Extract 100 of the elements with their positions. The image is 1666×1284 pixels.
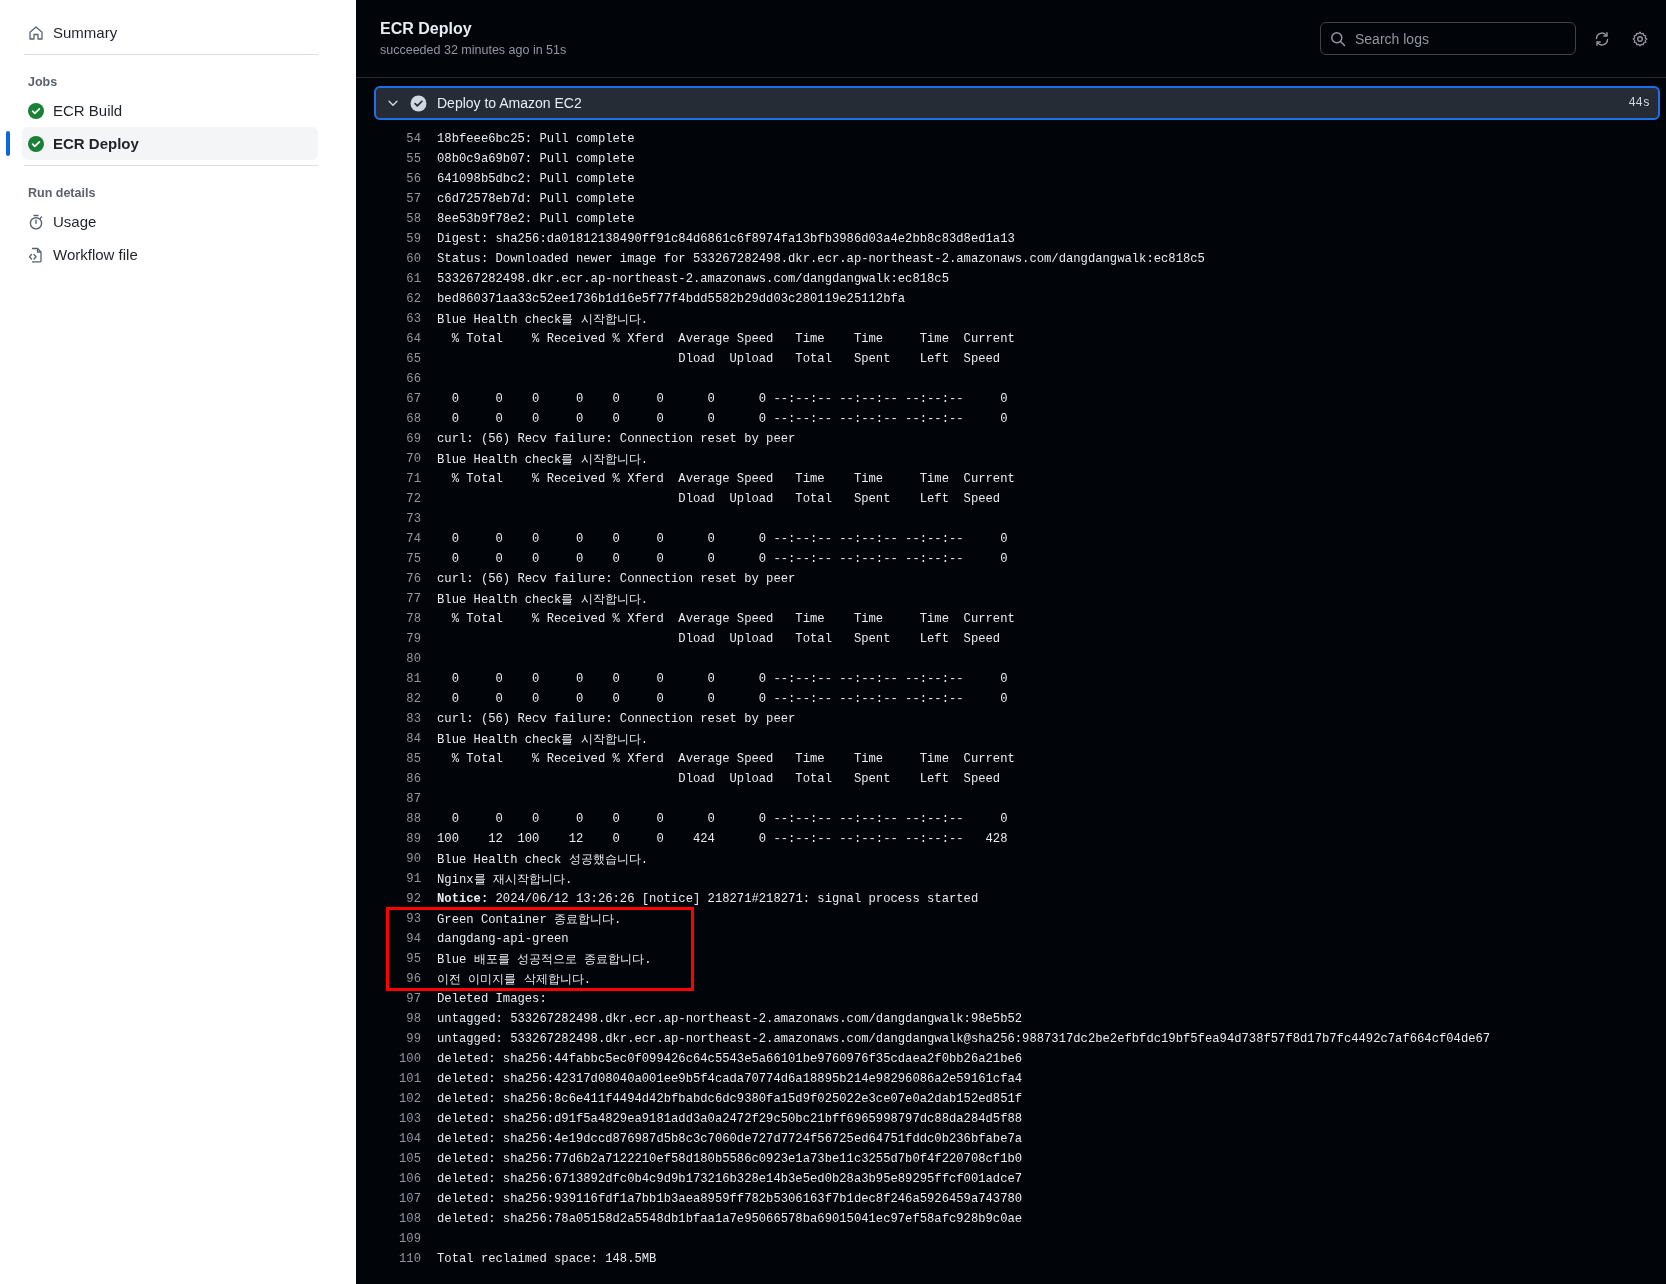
line-number: 94 bbox=[405, 932, 421, 946]
log-line: deleted: sha256:8c6e411f4494d42bfbabdc6dc9380fa15d9f025022e3ce07e0a2dab152ed851f bbox=[437, 1092, 1023, 1106]
line-number: 108 bbox=[398, 1212, 421, 1226]
line-number: 106 bbox=[398, 1172, 421, 1186]
log-line: deleted: sha256:6713892dfc0b4c9d9b173216b328e14b3e5ed0b28a3b95e89295ffcf001adce7 bbox=[437, 1172, 1023, 1186]
line-number: 100 bbox=[398, 1052, 421, 1066]
log-line: 0 0 0 0 0 0 0 0 --:--:-- --:--:-- --:--:-- 0 bbox=[450, 672, 1008, 686]
log-line: deleted: sha256:42317d08040a001ee9b5f4cada70774d6a18895b214e98296086a2e59161cfa4 bbox=[437, 1072, 1023, 1086]
log-line: 0 0 0 0 0 0 0 0 --:--:-- --:--:-- --:--:-- 0 bbox=[450, 392, 1008, 406]
line-number: 96 bbox=[405, 972, 421, 986]
line-number: 88 bbox=[405, 812, 421, 826]
line-number: 93 bbox=[405, 912, 421, 926]
log-line: 08b0c9a69b07: Pull complete bbox=[437, 152, 635, 166]
line-number: 73 bbox=[405, 512, 421, 526]
log-line: 0 0 0 0 0 0 0 0 --:--:-- --:--:-- --:--:-- 0 bbox=[450, 692, 1008, 706]
log-line: Blue Health check 성공했습니다. bbox=[437, 851, 648, 868]
log-line: Dload Upload Total Spent Left Speed bbox=[677, 632, 1001, 646]
log-line: 18bfeee6bc25: Pull complete bbox=[437, 132, 635, 146]
line-number: 72 bbox=[405, 492, 421, 506]
log-line: 641098b5dbc2: Pull complete bbox=[437, 172, 635, 186]
line-number: 57 bbox=[405, 192, 421, 206]
run-details-link[interactable]: Workflow file bbox=[12, 238, 318, 271]
log-line: Blue Health check를 시작합니다. bbox=[437, 451, 648, 468]
line-number: 58 bbox=[405, 212, 421, 226]
log-line: 8ee53b9f78e2: Pull complete bbox=[437, 212, 635, 226]
log-line: c6d72578eb7d: Pull complete bbox=[437, 192, 635, 206]
line-number: 74 bbox=[405, 532, 421, 546]
line-number: 83 bbox=[405, 712, 421, 726]
line-number: 91 bbox=[405, 872, 421, 886]
log-line: Status: Downloaded newer image for 533267282498.dkr.ecr.ap-northeast-2.amazonaws.com/dangdangwalk:ec818c5 bbox=[437, 252, 1205, 266]
log-line: Dload Upload Total Spent Left Speed bbox=[677, 492, 1001, 506]
line-number: 89 bbox=[405, 832, 421, 846]
line-number: 103 bbox=[398, 1112, 421, 1126]
line-number: 86 bbox=[405, 772, 421, 786]
stopwatch-icon bbox=[28, 213, 44, 230]
job-title: ECR Deploy bbox=[380, 20, 473, 38]
log-line: bed860371aa33c52ee1736b1d16e5f77f4bdd5582b29dd03c280119e25112bfa bbox=[437, 292, 906, 306]
log-line: curl: (56) Recv failure: Connection reset by peer bbox=[437, 432, 796, 446]
line-number: 70 bbox=[405, 452, 421, 466]
line-number: 104 bbox=[398, 1132, 421, 1146]
log-line: Dload Upload Total Spent Left Speed bbox=[677, 772, 1001, 786]
line-number: 101 bbox=[398, 1072, 421, 1086]
line-number: 82 bbox=[405, 692, 421, 706]
log-line: untagged: 533267282498.dkr.ecr.ap-northeast-2.amazonaws.com/dangdangwalk@sha256:9887317dc2be2efbfdc19bf5fea94d738f57f8d17b7fc4492c7af664cf04de67 bbox=[437, 1032, 1491, 1046]
line-number: 77 bbox=[405, 592, 421, 606]
summary-link[interactable]: Summary bbox=[12, 16, 318, 49]
line-number: 85 bbox=[405, 752, 421, 766]
line-number: 95 bbox=[405, 952, 421, 966]
log-line: deleted: sha256:78a05158d2a5548db1bfaa1a7e95066578ba69015041ec97ef58afc928b9c0ae bbox=[437, 1212, 1023, 1226]
line-number: 84 bbox=[405, 732, 421, 746]
log-line: deleted: sha256:4e19dccd876987d5b8c3c7060de727d7724f56725ed64751fddc0b236bfabe7a bbox=[437, 1132, 1023, 1146]
line-number: 78 bbox=[405, 612, 421, 626]
log-line: Deleted Images: bbox=[437, 992, 547, 1006]
home-icon bbox=[28, 24, 44, 41]
line-number: 56 bbox=[405, 172, 421, 186]
log-line: 0 0 0 0 0 0 0 0 --:--:-- --:--:-- --:--:-- 0 bbox=[450, 412, 1008, 426]
line-number: 81 bbox=[405, 672, 421, 686]
line-number: 102 bbox=[398, 1092, 421, 1106]
refresh-icon bbox=[1594, 30, 1610, 47]
settings-icon bbox=[1632, 30, 1648, 47]
log-line: deleted: sha256:d91f5a4829ea9181add3a0a2472f29c50bc21bff6965998797dc88da284d5f88 bbox=[437, 1112, 1023, 1126]
run-details-link[interactable]: Usage bbox=[12, 205, 318, 238]
line-number: 61 bbox=[405, 272, 421, 286]
log-line: % Total % Received % Xferd Average Speed Time Time Time Current bbox=[450, 472, 1015, 486]
job-item[interactable]: ECR Build bbox=[22, 94, 318, 127]
step-header[interactable]: Deploy to Amazon EC2 44s bbox=[374, 86, 1660, 120]
line-number: 90 bbox=[405, 852, 421, 866]
log-line: Total reclaimed space: 148.5MB bbox=[437, 1252, 657, 1266]
line-number: 54 bbox=[405, 132, 421, 146]
log-line: Blue Health check를 시작합니다. bbox=[437, 311, 648, 328]
line-number: 59 bbox=[405, 232, 421, 246]
line-number: 80 bbox=[405, 652, 421, 666]
line-number: 71 bbox=[405, 472, 421, 486]
line-number: 110 bbox=[398, 1252, 421, 1266]
log-line: Blue Health check를 시작합니다. bbox=[437, 731, 648, 748]
line-number: 92 bbox=[405, 892, 421, 906]
line-number: 68 bbox=[405, 412, 421, 426]
line-number: 66 bbox=[405, 372, 421, 386]
log-line: Dload Upload Total Spent Left Speed bbox=[677, 352, 1001, 366]
line-number: 55 bbox=[405, 152, 421, 166]
line-number: 105 bbox=[398, 1152, 421, 1166]
log-line: deleted: sha256:44fabbc5ec0f099426c64c5543e5a66101be9760976f35cdaea2f0bb26a21be6 bbox=[437, 1052, 1023, 1066]
log-line: % Total % Received % Xferd Average Speed Time Time Time Current bbox=[450, 612, 1015, 626]
log-line: deleted: sha256:77d6b2a7122210ef58d180b5586c0923e1a73be11c3255d7b0f4f220708cf1b0 bbox=[437, 1152, 1023, 1166]
job-status-text: succeeded 32 minutes ago in 51s bbox=[380, 43, 568, 57]
line-number: 79 bbox=[405, 632, 421, 646]
search-field[interactable]: Search logs bbox=[1320, 22, 1576, 55]
step-name: Deploy to Amazon EC2 bbox=[437, 95, 583, 111]
log-line: 100 12 100 12 0 0 424 0 --:--:-- --:--:-- --:--:-- 428 bbox=[437, 832, 1008, 846]
line-number: 109 bbox=[398, 1232, 421, 1246]
line-number: 98 bbox=[405, 1012, 421, 1026]
section-heading: Jobs bbox=[27, 74, 59, 91]
line-number: 62 bbox=[405, 292, 421, 306]
line-number: 67 bbox=[405, 392, 421, 406]
log-line: Green Container 종료합니다. bbox=[437, 911, 622, 928]
line-number: 107 bbox=[398, 1192, 421, 1206]
log-line: Blue Health check를 시작합니다. bbox=[437, 591, 648, 608]
log-line: curl: (56) Recv failure: Connection reset by peer bbox=[437, 572, 796, 586]
line-number: 75 bbox=[405, 552, 421, 566]
log-line: dangdang-api-green bbox=[437, 932, 569, 946]
